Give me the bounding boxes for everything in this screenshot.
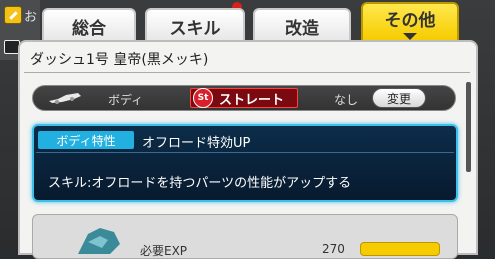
car-body-icon [49, 93, 81, 104]
upgrade-button[interactable] [360, 242, 440, 256]
part-status: なし [334, 93, 359, 107]
tab-label: スキル [169, 18, 221, 39]
part-image-icon [78, 228, 120, 254]
tab-label: 改造 [285, 18, 319, 39]
type-badge-label: ストレート [219, 92, 285, 108]
pencil-icon[interactable] [4, 6, 22, 24]
tab-label: 総合 [72, 18, 106, 39]
title-divider [24, 72, 470, 73]
scrollbar[interactable] [466, 82, 471, 172]
tab-skill[interactable]: スキル [145, 8, 245, 44]
background-text: お [24, 10, 38, 25]
trait-label: ボディ特性 [38, 131, 134, 149]
panel-title: ダッシュ1号 皇帝(黒メッキ) [30, 52, 209, 68]
exp-value: 270 [322, 242, 345, 256]
trait-divider [36, 152, 454, 153]
trait-name: オフロード特効UP [142, 136, 251, 151]
tab-modify[interactable]: 改造 [253, 8, 351, 44]
tab-label: その他 [384, 11, 436, 31]
straight-type-icon: St [193, 88, 213, 108]
part-type-label: ボディ [108, 93, 144, 107]
change-button[interactable]: 変更 [372, 88, 426, 108]
type-badge: St ストレート [190, 88, 298, 108]
tab-overview[interactable]: 総合 [42, 8, 136, 44]
trait-description: スキル:オフロードを持つパーツの性能がアップする [48, 176, 352, 191]
tab-other[interactable]: その他 [361, 2, 459, 42]
chevron-down-icon [403, 33, 417, 40]
